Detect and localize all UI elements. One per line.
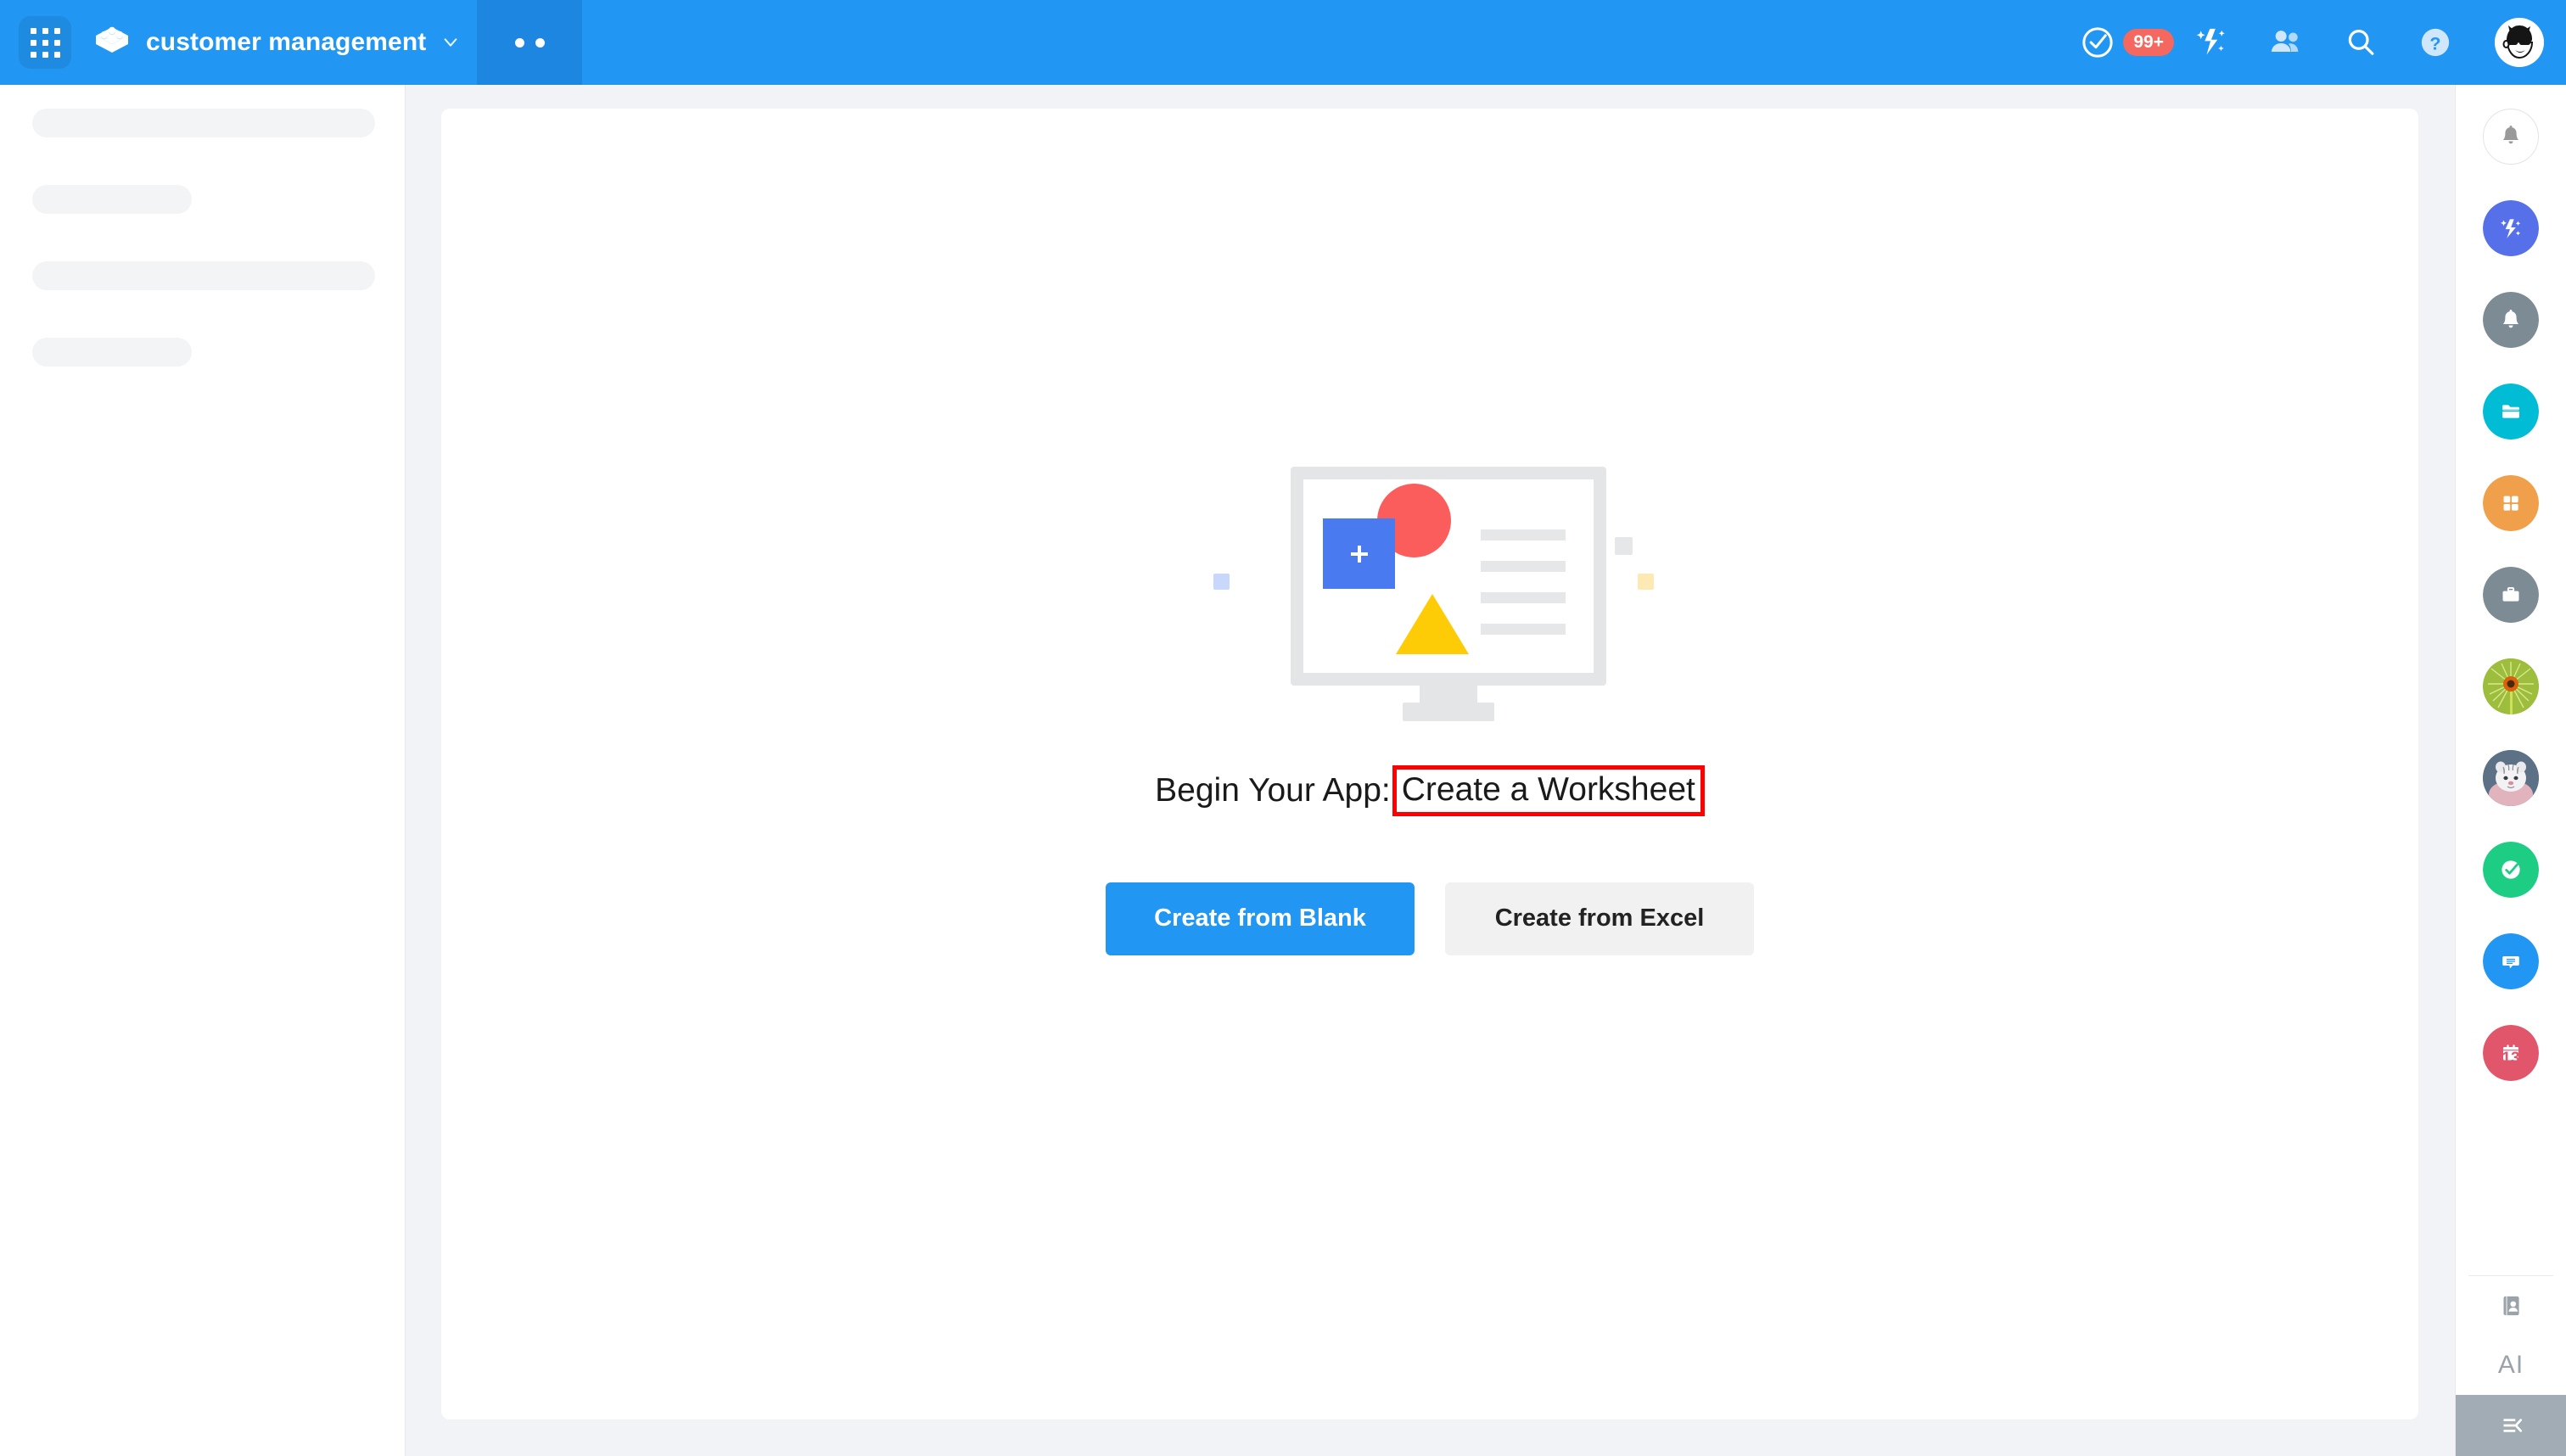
- empty-state-illustration: [1209, 448, 1654, 728]
- right-sidebar-items: 13: [2483, 85, 2539, 1117]
- empty-state-headline: Begin Your App: Create a Worksheet: [1155, 765, 1705, 816]
- briefcase-icon[interactable]: [2483, 567, 2539, 623]
- empty-state-actions: Create from Blank Create from Excel: [1106, 882, 1754, 955]
- decor-square-gray-icon: [1615, 537, 1633, 555]
- create-from-blank-button[interactable]: Create from Blank: [1106, 882, 1415, 955]
- bell-icon[interactable]: [2483, 292, 2539, 348]
- text-line: [1481, 529, 1566, 540]
- text-line: [1481, 561, 1566, 572]
- contacts-book-icon[interactable]: [2456, 1276, 2566, 1336]
- dandelion-photo-avatar[interactable]: [2483, 658, 2539, 714]
- decor-square-yellow-icon: [1638, 574, 1654, 590]
- notification-count-badge[interactable]: 99+: [2123, 29, 2174, 56]
- calendar-day-number: 13: [2502, 1050, 2520, 1067]
- svg-text:?: ?: [2429, 34, 2440, 54]
- top-header-bar: customer management 99+ ?: [0, 0, 2566, 85]
- ai-sparkle-icon[interactable]: [2193, 24, 2230, 61]
- notification-bell-icon[interactable]: [2483, 109, 2539, 165]
- sidebar-skeleton-item: [32, 109, 375, 137]
- dot-left: [514, 37, 524, 48]
- sidebar-skeleton-item: [32, 261, 375, 290]
- header-actions: 99+ ?: [2064, 0, 2566, 85]
- app-title-dropdown[interactable]: customer management: [93, 0, 477, 85]
- help-icon[interactable]: ?: [2417, 24, 2454, 61]
- monitor-stand-base: [1403, 703, 1494, 721]
- empty-state-panel: Begin Your App: Create a Worksheet Creat…: [441, 448, 2418, 955]
- tab-more-dots[interactable]: [477, 0, 583, 85]
- app-title: customer management: [146, 28, 427, 56]
- create-from-excel-button[interactable]: Create from Excel: [1445, 882, 1754, 955]
- left-sidebar: [0, 85, 406, 1456]
- text-line: [1481, 624, 1566, 635]
- main-content-card: Begin Your App: Create a Worksheet Creat…: [441, 109, 2418, 1420]
- decor-square-blue-icon: [1213, 574, 1230, 590]
- right-sidebar: 13 AI: [2455, 85, 2566, 1456]
- folder-icon[interactable]: [2483, 384, 2539, 440]
- ai-label: AI: [2497, 1351, 2524, 1379]
- white-tiger-photo-avatar[interactable]: [2483, 750, 2539, 806]
- search-icon[interactable]: [2342, 24, 2379, 61]
- placeholder-text-lines: [1481, 529, 1566, 655]
- dot-right: [535, 37, 545, 48]
- chevron-down-icon[interactable]: [441, 33, 460, 52]
- text-line: [1481, 592, 1566, 603]
- calendar-icon[interactable]: 13: [2483, 1025, 2539, 1081]
- ai-sparkle-icon[interactable]: [2483, 200, 2539, 256]
- brick-logo-icon: [93, 24, 131, 61]
- apps-grid-button[interactable]: [19, 16, 71, 69]
- apps-grid-icon: [30, 27, 60, 58]
- blue-square-plus-icon: [1323, 518, 1395, 589]
- collapse-panel-icon[interactable]: [2455, 1395, 2566, 1456]
- chat-bubble-icon[interactable]: [2483, 933, 2539, 989]
- people-icon[interactable]: [2267, 24, 2305, 61]
- yellow-triangle-shape-icon: [1396, 594, 1469, 654]
- headline-highlight-annotation: Create a Worksheet: [1392, 765, 1705, 816]
- ai-panel-button[interactable]: AI: [2456, 1336, 2566, 1395]
- right-sidebar-bottom: AI: [2455, 1270, 2566, 1456]
- tasks-check-button[interactable]: 99+: [2079, 24, 2174, 61]
- sidebar-skeleton-item: [32, 185, 192, 214]
- headline-prefix: Begin Your App:: [1155, 771, 1391, 809]
- check-circle-icon[interactable]: [2079, 24, 2116, 61]
- sidebar-skeleton-item: [32, 338, 192, 367]
- monitor-stand-neck: [1420, 686, 1477, 704]
- user-avatar[interactable]: [2495, 18, 2544, 67]
- check-circle-icon[interactable]: [2483, 842, 2539, 898]
- grid-apps-icon[interactable]: [2483, 475, 2539, 531]
